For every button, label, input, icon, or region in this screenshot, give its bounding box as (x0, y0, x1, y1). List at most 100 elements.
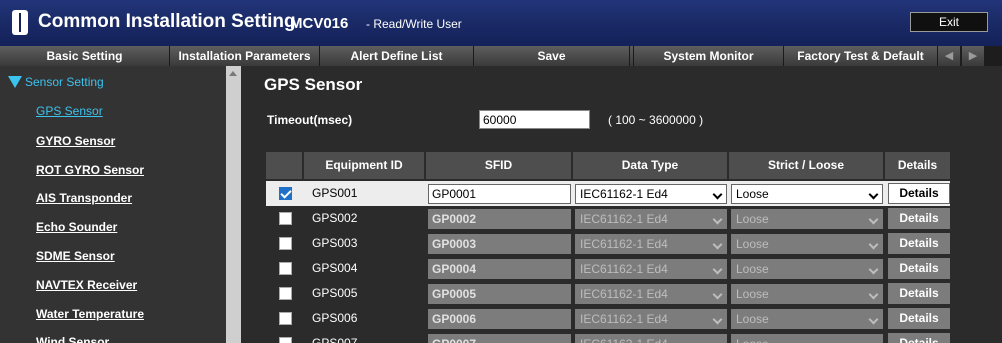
sidebar-heading[interactable]: Sensor Setting (8, 75, 104, 89)
strict-loose-select[interactable]: Loose (731, 334, 883, 343)
sfid-input[interactable] (428, 234, 571, 254)
row-checkbox[interactable] (279, 262, 292, 275)
details-button[interactable]: Details (888, 283, 950, 304)
tab-scroll-right-button[interactable]: ▶ (962, 46, 984, 66)
strict-loose-select[interactable]: Loose (731, 184, 883, 204)
details-button[interactable]: Details (888, 333, 950, 343)
equipment-id: GPS004 (312, 261, 358, 275)
triangle-right-icon: ▶ (968, 50, 978, 62)
row-checkbox[interactable] (279, 187, 292, 200)
row-checkbox[interactable] (279, 212, 292, 225)
table-row: GPS003 IEC61162-1 Ed4 Loose Details (266, 231, 950, 256)
sidebar-item-rot-gyro-sensor[interactable]: ROT GYRO Sensor (36, 163, 144, 177)
app-window: Common Installation Setting MCV016 - Rea… (0, 0, 1002, 343)
chevron-down-icon (712, 239, 723, 250)
data-type-select[interactable]: IEC61162-1 Ed4 (575, 259, 727, 279)
sidebar-item-navtex-receiver[interactable]: NAVTEX Receiver (36, 278, 137, 292)
data-type-value: IEC61162-1 Ed4 (580, 262, 668, 276)
strict-loose-value: Loose (736, 337, 769, 343)
strict-loose-select[interactable]: Loose (731, 259, 883, 279)
tab-factory-test-default[interactable]: Factory Test & Default (784, 46, 938, 66)
table-row: GPS007 IEC61162-1 Ed4 Loose Details (266, 331, 950, 343)
strict-loose-value: Loose (736, 262, 769, 276)
strict-loose-select[interactable]: Loose (731, 284, 883, 304)
sensor-table: Equipment ID SFID Data Type Strict / Loo… (266, 152, 950, 343)
sidebar-item-water-temperature[interactable]: Water Temperature (36, 307, 144, 321)
strict-loose-value: Loose (736, 212, 769, 226)
tab-basic-setting[interactable]: Basic Setting (0, 46, 170, 66)
scroll-up-icon[interactable] (229, 71, 237, 76)
chevron-down-icon (712, 339, 723, 343)
tab-installation-parameters[interactable]: Installation Parameters (170, 46, 320, 66)
data-type-select[interactable]: IEC61162-1 Ed4 (575, 184, 727, 204)
chevron-down-icon (868, 339, 879, 343)
equipment-id: GPS003 (312, 236, 358, 250)
data-type-value: IEC61162-1 Ed4 (580, 187, 668, 201)
chevron-down-icon (712, 189, 723, 200)
title-bar: Common Installation Setting MCV016 - Rea… (0, 0, 1002, 46)
timeout-input[interactable] (479, 110, 590, 129)
sfid-input[interactable] (428, 284, 571, 304)
details-button[interactable]: Details (888, 208, 950, 229)
tab-scroll-left-button[interactable]: ◀ (938, 46, 960, 66)
equipment-id: GPS007 (312, 336, 358, 343)
col-header-strict-loose: Strict / Loose (729, 152, 885, 179)
sidebar-item-sdme-sensor[interactable]: SDME Sensor (36, 249, 115, 263)
app-logo-icon (12, 10, 28, 35)
main-panel: GPS Sensor Timeout(msec) ( 100 ~ 3600000… (241, 66, 1002, 343)
table-row: GPS006 IEC61162-1 Ed4 Loose Details (266, 306, 950, 331)
data-type-select[interactable]: IEC61162-1 Ed4 (575, 209, 727, 229)
details-button[interactable]: Details (888, 308, 950, 329)
data-type-select[interactable]: IEC61162-1 Ed4 (575, 309, 727, 329)
row-checkbox[interactable] (279, 287, 292, 300)
exit-button[interactable]: Exit (910, 12, 988, 32)
data-type-select[interactable]: IEC61162-1 Ed4 (575, 334, 727, 343)
sidebar-item-echo-sounder[interactable]: Echo Sounder (36, 220, 117, 234)
data-type-value: IEC61162-1 Ed4 (580, 312, 668, 326)
sfid-input[interactable] (428, 309, 571, 329)
sfid-input[interactable] (428, 259, 571, 279)
strict-loose-select[interactable]: Loose (731, 309, 883, 329)
equipment-id: GPS002 (312, 211, 358, 225)
chevron-down-icon (712, 264, 723, 275)
strict-loose-value: Loose (736, 237, 769, 251)
sidebar-scrollbar[interactable] (226, 66, 241, 343)
table-row: GPS004 IEC61162-1 Ed4 Loose Details (266, 256, 950, 281)
details-button[interactable]: Details (888, 258, 950, 279)
table-row: GPS001 IEC61162-1 Ed4 Loose Details (266, 181, 950, 206)
equipment-id: GPS006 (312, 311, 358, 325)
strict-loose-value: Loose (736, 187, 769, 201)
strict-loose-select[interactable]: Loose (731, 209, 883, 229)
data-type-select[interactable]: IEC61162-1 Ed4 (575, 284, 727, 304)
sidebar-item-ais-transponder[interactable]: AIS Transponder (36, 191, 132, 205)
data-type-value: IEC61162-1 Ed4 (580, 337, 668, 343)
data-type-select[interactable]: IEC61162-1 Ed4 (575, 234, 727, 254)
details-button[interactable]: Details (888, 183, 950, 204)
strict-loose-select[interactable]: Loose (731, 234, 883, 254)
tab-system-monitor[interactable]: System Monitor (634, 46, 784, 66)
sfid-input[interactable] (428, 184, 571, 204)
data-type-value: IEC61162-1 Ed4 (580, 212, 668, 226)
col-header-sfid: SFID (426, 152, 573, 179)
tab-alert-define-list[interactable]: Alert Define List (320, 46, 474, 66)
sidebar-item-gps-sensor[interactable]: GPS Sensor (36, 104, 103, 118)
sidebar-item-wind-sensor[interactable]: Wind Sensor (36, 335, 109, 343)
col-header-select (266, 152, 304, 179)
chevron-down-icon (712, 314, 723, 325)
sidebar-item-gyro-sensor[interactable]: GYRO Sensor (36, 134, 115, 148)
page-title: GPS Sensor (264, 75, 363, 94)
timeout-range: ( 100 ~ 3600000 ) (608, 113, 704, 127)
row-checkbox[interactable] (279, 312, 292, 325)
row-checkbox[interactable] (279, 237, 292, 250)
data-type-value: IEC61162-1 Ed4 (580, 287, 668, 301)
strict-loose-value: Loose (736, 312, 769, 326)
sfid-input[interactable] (428, 334, 571, 343)
col-header-details: Details (885, 152, 950, 179)
app-title: Common Installation Setting (38, 11, 296, 32)
tab-save[interactable]: Save (474, 46, 630, 66)
details-button[interactable]: Details (888, 233, 950, 254)
chevron-down-icon (868, 314, 879, 325)
triangle-left-icon: ◀ (944, 50, 954, 62)
row-checkbox[interactable] (279, 337, 292, 343)
sfid-input[interactable] (428, 209, 571, 229)
